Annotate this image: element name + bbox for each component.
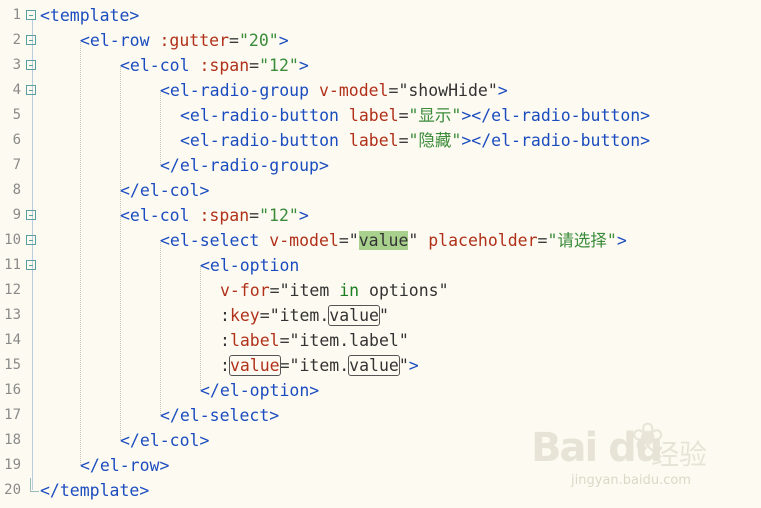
line-number: 7 bbox=[12, 157, 21, 173]
code-text: v-for="item in options" bbox=[220, 281, 449, 300]
code-line: 10 <el-select v-model="value" placeholde… bbox=[0, 228, 761, 253]
code-editor[interactable]: 1 <template> 2 <el-row :gutter="20"> 3 <… bbox=[0, 0, 761, 508]
code-text: <el-col :span="12"> bbox=[120, 206, 309, 225]
code-line: 9 <el-col :span="12"> bbox=[0, 203, 761, 228]
code-text: :key="item.value" bbox=[220, 305, 389, 326]
line-number: 6 bbox=[12, 132, 21, 148]
code-text: <el-col :span="12"> bbox=[120, 56, 309, 75]
line-number: 4 bbox=[12, 82, 21, 98]
line-number: 17 bbox=[4, 407, 21, 423]
line-number: 2 bbox=[12, 32, 21, 48]
fold-toggle-icon[interactable] bbox=[26, 85, 36, 95]
code-line: 12 v-for="item in options" bbox=[0, 278, 761, 303]
code-text: :value="item.value"> bbox=[220, 355, 419, 376]
code-text: <el-radio-group v-model="showHide"> bbox=[160, 81, 508, 100]
code-text: </el-col> bbox=[120, 181, 210, 200]
line-number: 20 bbox=[4, 482, 21, 498]
code-line: 11 <el-option bbox=[0, 253, 761, 278]
fold-toggle-icon[interactable] bbox=[26, 35, 36, 45]
code-text: </el-row> bbox=[80, 456, 170, 475]
code-text: </el-select> bbox=[160, 406, 280, 425]
line-number: 14 bbox=[4, 332, 21, 348]
watermark-logo: Bai du bbox=[531, 425, 663, 471]
line-number: 1 bbox=[12, 7, 21, 23]
line-number: 18 bbox=[4, 432, 21, 448]
line-number: 15 bbox=[4, 357, 21, 373]
code-line: 7 </el-radio-group> bbox=[0, 153, 761, 178]
line-number: 3 bbox=[12, 57, 21, 73]
code-text: </template> bbox=[40, 481, 150, 500]
code-line: 8 </el-col> bbox=[0, 178, 761, 203]
watermark-url: jingyan.baidu.com bbox=[571, 473, 691, 488]
fold-toggle-icon[interactable] bbox=[26, 210, 36, 220]
code-line: 2 <el-row :gutter="20"> bbox=[0, 28, 761, 53]
code-line: 3 <el-col :span="12"> bbox=[0, 53, 761, 78]
line-number: 11 bbox=[4, 257, 21, 273]
code-line: 13 :key="item.value" bbox=[0, 303, 761, 328]
code-line: 1 <template> bbox=[0, 3, 761, 28]
line-number: 12 bbox=[4, 282, 21, 298]
code-text: </el-col> bbox=[120, 431, 210, 450]
code-line: 4 <el-radio-group v-model="showHide"> bbox=[0, 78, 761, 103]
code-text: <el-option bbox=[200, 256, 300, 275]
line-number: 8 bbox=[12, 182, 21, 198]
code-text: </el-option> bbox=[200, 381, 320, 400]
code-line: 6 <el-radio-button label="隐藏"></el-radio… bbox=[0, 128, 761, 153]
fold-toggle-icon[interactable] bbox=[26, 60, 36, 70]
code-line: 14 :label="item.label" bbox=[0, 328, 761, 353]
code-line: 15 :value="item.value"> bbox=[0, 353, 761, 378]
line-number: 10 bbox=[4, 232, 21, 248]
code-text: <el-row :gutter="20"> bbox=[80, 31, 289, 50]
fold-end-marker bbox=[30, 478, 39, 492]
code-line: 16 </el-option> bbox=[0, 378, 761, 403]
code-text: :label="item.label" bbox=[220, 331, 409, 350]
code-line: 5 <el-radio-button label="显示"></el-radio… bbox=[0, 103, 761, 128]
line-number: 16 bbox=[4, 382, 21, 398]
fold-toggle-icon[interactable] bbox=[26, 260, 36, 270]
code-text: <el-select v-model="value" placeholder="… bbox=[160, 231, 627, 250]
fold-toggle-icon[interactable] bbox=[26, 10, 36, 20]
watermark-name: 经验 bbox=[651, 438, 708, 471]
code-text: </el-radio-group> bbox=[160, 156, 329, 175]
line-number: 19 bbox=[4, 457, 21, 473]
line-number: 5 bbox=[12, 107, 21, 123]
code-text: <el-radio-button label="隐藏"></el-radio-b… bbox=[180, 131, 651, 150]
code-text: <template> bbox=[40, 6, 140, 25]
line-number: 13 bbox=[4, 307, 21, 323]
code-text: <el-radio-button label="显示"></el-radio-b… bbox=[180, 106, 651, 125]
fold-toggle-icon[interactable] bbox=[26, 235, 36, 245]
baidu-jingyan-watermark: ❀ Bai du 经验 jingyan.baidu.com bbox=[531, 415, 721, 495]
line-number: 9 bbox=[12, 207, 21, 223]
